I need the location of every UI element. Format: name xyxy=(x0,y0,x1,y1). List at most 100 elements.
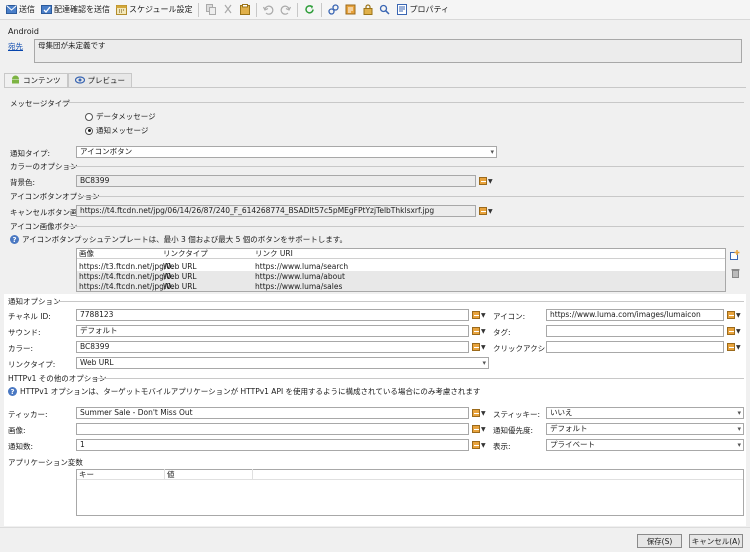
add-row-button[interactable] xyxy=(730,250,740,262)
table-row[interactable]: https://t4.ftcdn.net/jpg/0. Web URL http… xyxy=(77,271,725,281)
copy-button[interactable] xyxy=(202,1,219,19)
ticker-field[interactable]: Summer Sale - Don't Miss Out xyxy=(76,407,469,419)
bg-color-label: 背景色: xyxy=(10,178,36,187)
section-divider xyxy=(62,102,744,103)
cancel-image-field[interactable]: https://t4.ftcdn.net/jpg/06/14/26/87/240… xyxy=(76,205,476,217)
envelope-check-icon xyxy=(41,4,52,15)
app-vars-table[interactable]: キー 値 xyxy=(76,469,744,516)
chevron-down-icon: ▾ xyxy=(737,425,741,433)
link-type-select[interactable]: Web URL ▾ xyxy=(76,357,489,369)
eye-icon xyxy=(74,75,85,86)
section-divider xyxy=(56,301,744,302)
channel-id-field[interactable]: 7788123 xyxy=(76,309,469,321)
image-field[interactable] xyxy=(76,423,469,435)
info-icon: ? xyxy=(8,387,17,396)
clipboard-icon xyxy=(239,4,250,15)
personalize-picker[interactable]: ▼ xyxy=(472,310,488,320)
tab-content[interactable]: コンテンツ xyxy=(4,73,68,87)
copy-icon xyxy=(205,4,216,15)
send-button[interactable]: 送信 xyxy=(3,1,38,19)
personalize-icon xyxy=(727,343,735,351)
personalize-icon xyxy=(479,207,487,215)
toolbar-separator xyxy=(198,2,200,17)
personalize-icon xyxy=(345,4,356,15)
trash-icon xyxy=(731,269,740,280)
icon-field[interactable]: https://www.luma.com/images/lumaicon xyxy=(546,309,724,321)
radio-notification-message[interactable]: 通知メッセージ xyxy=(85,125,148,136)
delete-row-button[interactable] xyxy=(731,268,740,280)
color-field[interactable]: BC8399 xyxy=(76,341,469,353)
table-row[interactable]: https://t4.ftcdn.net/jpg/0. Web URL http… xyxy=(77,281,725,291)
personalize-icon xyxy=(472,311,480,319)
sound-label: サウンド: xyxy=(8,328,41,337)
chevron-down-icon: ▼ xyxy=(488,207,493,215)
search-replace-button[interactable] xyxy=(376,1,393,19)
chevron-down-icon: ▼ xyxy=(481,425,486,433)
save-button[interactable]: 保存(S) xyxy=(637,534,682,548)
radio-data-message[interactable]: データメッセージ xyxy=(85,111,156,122)
chevron-down-icon: ▾ xyxy=(737,409,741,417)
notification-count-label: 通知数: xyxy=(8,442,34,451)
android-icon xyxy=(11,75,20,86)
tag-label: タグ: xyxy=(493,328,511,337)
chevron-down-icon: ▼ xyxy=(488,177,493,185)
table-row[interactable]: https://t3.ftcdn.net/jpg/0. Web URL http… xyxy=(77,261,725,271)
refresh-button[interactable] xyxy=(301,1,318,19)
personalize-picker[interactable]: ▼ xyxy=(472,424,488,434)
icon-button-info: ? アイコンボタンプッシュテンプレートは、最小 3 個および最大 5 個のボタン… xyxy=(10,234,347,245)
personalize-picker[interactable]: ▼ xyxy=(472,326,488,336)
info-icon: ? xyxy=(10,235,19,244)
tag-field[interactable] xyxy=(546,325,724,337)
radio-button[interactable] xyxy=(85,126,93,135)
visibility-label: 表示: xyxy=(493,442,511,451)
section-divider xyxy=(68,166,744,167)
chevron-down-icon: ▾ xyxy=(737,441,741,449)
personalize-picker[interactable]: ▼ xyxy=(472,408,488,418)
radio-button[interactable] xyxy=(85,112,93,121)
table-header: キー 値 xyxy=(77,469,743,480)
redo-button[interactable] xyxy=(277,1,294,19)
tab-preview[interactable]: プレビュー xyxy=(67,73,132,87)
chevron-down-icon: ▼ xyxy=(481,327,486,335)
personalize-picker[interactable]: ▼ xyxy=(472,342,488,352)
click-action-field[interactable] xyxy=(546,341,724,353)
cut-button[interactable] xyxy=(219,1,236,19)
personalize-picker[interactable]: ▼ xyxy=(727,310,743,320)
lock-button[interactable] xyxy=(359,1,376,19)
sound-field[interactable]: デフォルト xyxy=(76,325,469,337)
visibility-select[interactable]: プライベート ▾ xyxy=(546,439,744,451)
properties-button[interactable]: プロパティ xyxy=(393,1,452,19)
personalize-button[interactable] xyxy=(342,1,359,19)
ticker-label: ティッカー: xyxy=(8,410,48,419)
color-label: カラー: xyxy=(8,344,34,353)
personalize-icon xyxy=(472,327,480,335)
bg-color-field[interactable]: BC8399 xyxy=(76,175,476,187)
section-divider xyxy=(92,378,744,379)
to-field[interactable]: 母集団が未定義です xyxy=(34,39,742,63)
chevron-down-icon: ▼ xyxy=(736,311,741,319)
icon-buttons-table[interactable]: 画像 リンクタイプ リンク URI https://t3.ftcdn.net/j… xyxy=(76,248,726,292)
sticky-select[interactable]: いいえ ▾ xyxy=(546,407,744,419)
schedule-button[interactable]: スケジュール設定 xyxy=(113,1,195,19)
personalize-picker[interactable]: ▼ xyxy=(472,440,488,450)
send-proof-button[interactable]: 配達確認を送信 xyxy=(38,1,113,19)
android-title: Android xyxy=(8,27,39,36)
toolbar-separator xyxy=(321,2,323,17)
notification-count-field[interactable]: 1 xyxy=(76,439,469,451)
personalize-icon xyxy=(472,425,480,433)
to-link[interactable]: 宛先 xyxy=(8,41,23,52)
toolbar-separator xyxy=(256,2,258,17)
paste-button[interactable] xyxy=(236,1,253,19)
add-icon xyxy=(730,250,740,262)
notification-type-select[interactable]: アイコンボタン ▾ xyxy=(76,146,497,158)
link-button[interactable] xyxy=(325,1,342,19)
cancel-button[interactable]: キャンセル(A) xyxy=(689,534,743,548)
personalize-icon xyxy=(727,327,735,335)
refresh-icon xyxy=(304,4,315,15)
personalize-picker[interactable]: ▼ xyxy=(479,206,495,216)
priority-select[interactable]: デフォルト ▾ xyxy=(546,423,744,435)
personalize-picker[interactable]: ▼ xyxy=(727,326,743,336)
undo-button[interactable] xyxy=(260,1,277,19)
personalize-picker[interactable]: ▼ xyxy=(479,176,495,186)
personalize-picker[interactable]: ▼ xyxy=(727,342,743,352)
